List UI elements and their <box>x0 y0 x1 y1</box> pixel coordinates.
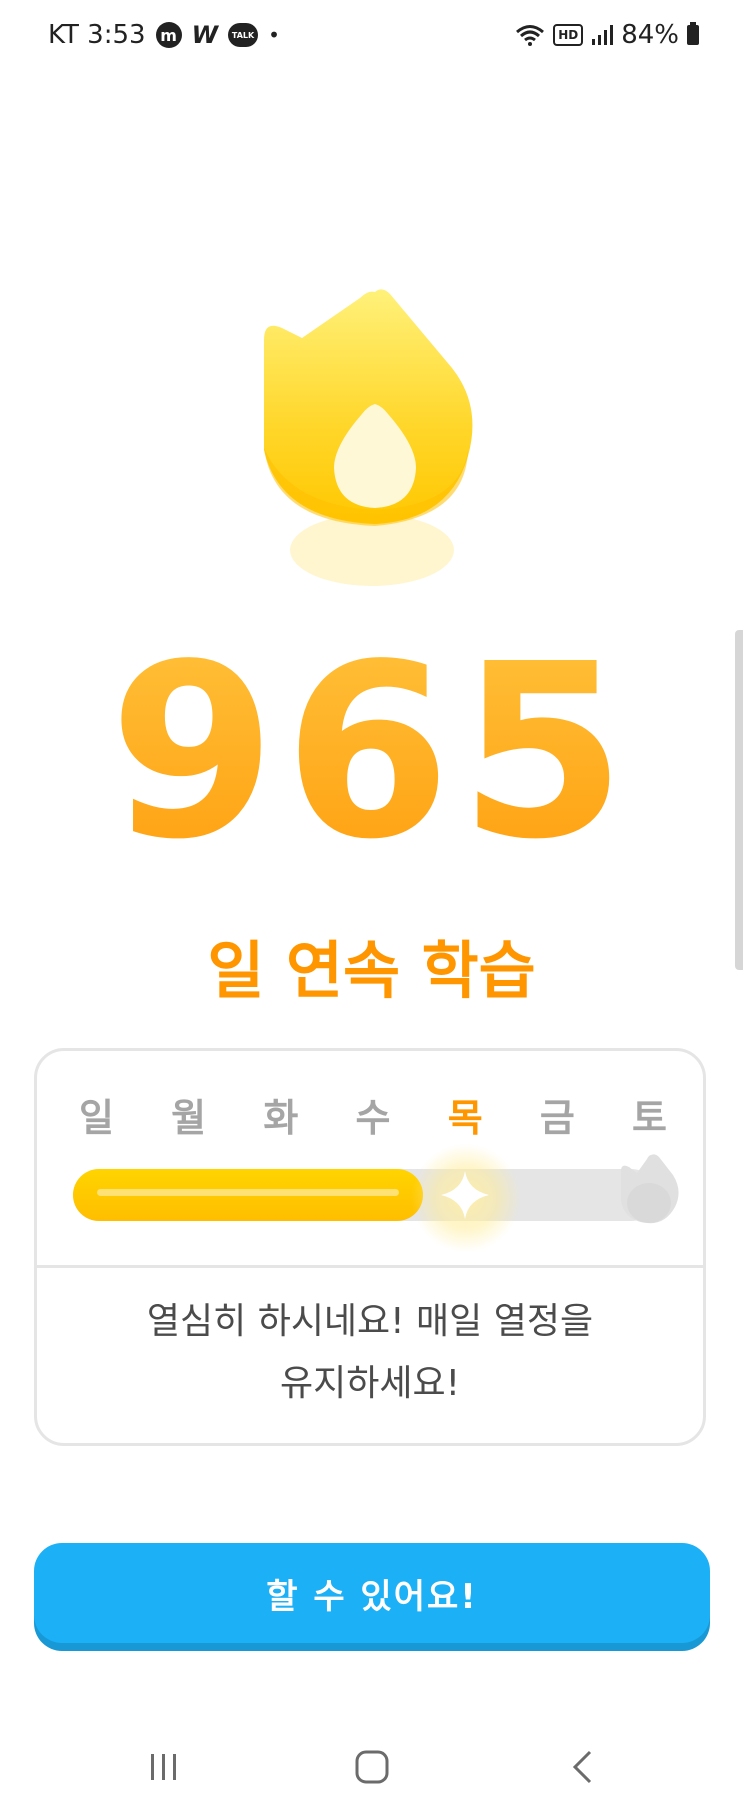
back-button[interactable] <box>552 1742 612 1792</box>
day-label-fri: 금 <box>539 1096 575 1140</box>
recent-apps-icon <box>151 1754 176 1780</box>
streak-screen: KT 3:53 m W TALK • HD 84% 965 일 연속 학습 일 … <box>0 0 743 1816</box>
card-divider <box>37 1265 703 1268</box>
progress-shine <box>97 1189 400 1196</box>
notification-dot-icon: • <box>268 23 280 47</box>
battery-percent: 84% <box>621 20 679 50</box>
week-day-labels: 일 월 화 수 목 금 토 <box>79 1087 667 1142</box>
week-progress-card: 일 월 화 수 목 금 토 열심히 하시네요! 매일 열정을 유지하세요! <box>34 1048 706 1446</box>
hd-icon: HD <box>553 24 584 46</box>
battery-icon <box>687 22 699 45</box>
signal-icon <box>592 25 614 45</box>
day-label-sun: 일 <box>79 1096 114 1140</box>
day-label-sat: 토 <box>632 1096 667 1140</box>
continue-button[interactable]: 할 수 있어요! <box>34 1543 710 1643</box>
day-label-tue: 화 <box>263 1096 299 1140</box>
status-bar: KT 3:53 m W TALK • HD 84% <box>0 0 743 76</box>
message-line-1: 열심히 하시네요! 매일 열정을 <box>146 1301 594 1342</box>
day-label-wed: 수 <box>355 1096 391 1140</box>
recent-apps-button[interactable] <box>134 1742 194 1792</box>
sparkle-icon <box>441 1171 489 1219</box>
day-label-thu-active: 목 <box>447 1096 483 1140</box>
streak-flame-icon <box>264 289 473 586</box>
carrier-time: KT 3:53 <box>48 20 146 50</box>
system-nav-bar <box>0 1720 743 1816</box>
streak-label: 일 연속 학습 <box>207 934 536 1007</box>
wifi-icon <box>516 25 545 46</box>
w-app-icon: W <box>191 21 219 49</box>
m-app-icon: m <box>155 22 182 48</box>
message-line-2: 유지하세요! <box>279 1363 461 1404</box>
streak-count: 965 <box>0 622 743 882</box>
status-right: HD 84% <box>515 20 699 50</box>
home-button[interactable] <box>342 1742 402 1792</box>
back-icon <box>572 1750 592 1784</box>
day-label-mon: 월 <box>171 1096 207 1140</box>
encouragement-message: 열심히 하시네요! 매일 열정을 유지하세요! <box>77 1291 663 1415</box>
goal-flame-icon <box>621 1154 679 1224</box>
status-left: KT 3:53 m W TALK • <box>48 20 280 50</box>
talk-app-icon: TALK <box>228 23 259 47</box>
home-icon <box>355 1750 389 1784</box>
week-progress-track <box>73 1169 657 1221</box>
